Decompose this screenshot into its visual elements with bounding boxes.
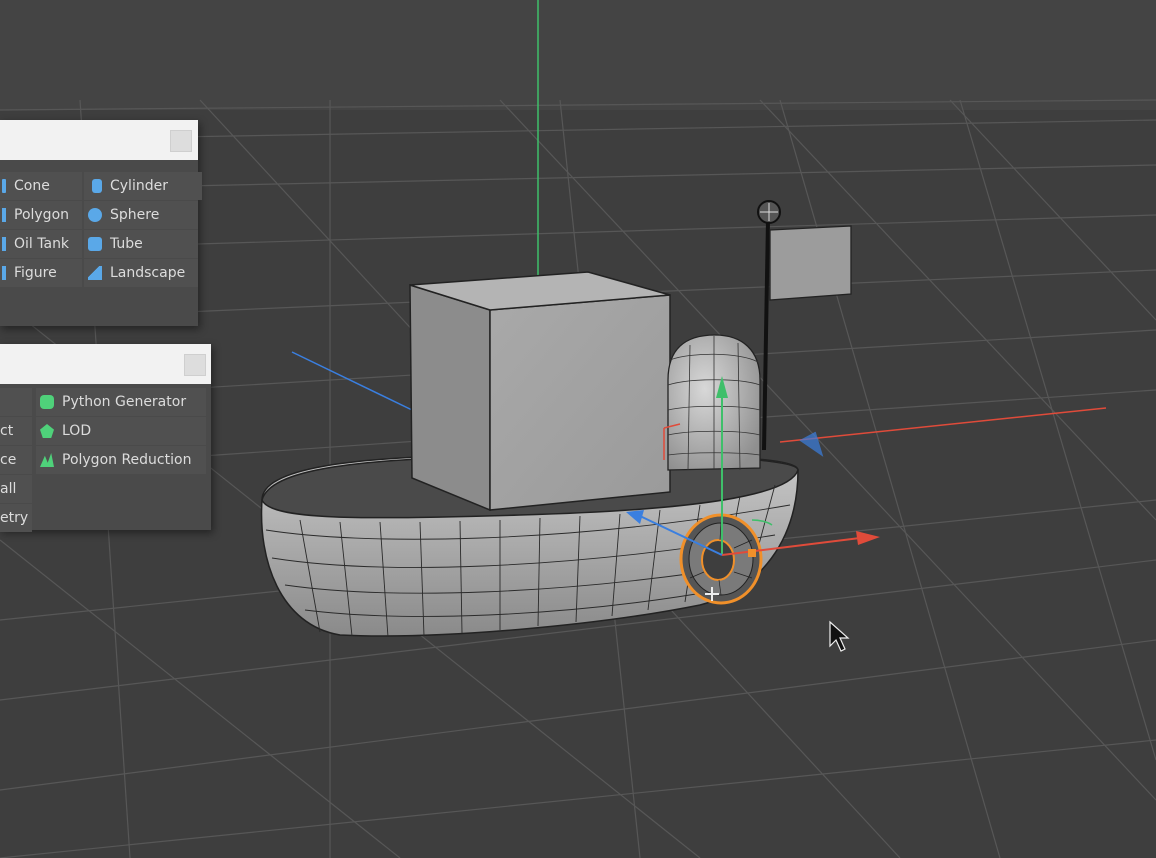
dome[interactable] <box>667 334 761 471</box>
generator-item-all[interactable]: all <box>0 475 32 503</box>
polygon-reduction-icon <box>40 453 54 467</box>
cylinder-icon <box>92 179 102 193</box>
primitive-panel-header[interactable] <box>0 120 198 160</box>
generator-item-polygon-reduction[interactable]: Polygon Reduction <box>36 446 206 474</box>
generator-item-left-0[interactable] <box>0 388 32 416</box>
generator-panel-close-button[interactable] <box>184 354 206 376</box>
generator-item-lod[interactable]: LOD <box>36 417 206 445</box>
primitive-panel: Cone Cylinder Polygon Sphere Oil Tank Tu… <box>0 120 202 326</box>
generator-panel: Python Generator ct LOD ce Polygon Reduc… <box>0 344 211 532</box>
primitive-item-tube[interactable]: Tube <box>84 230 198 258</box>
tube-icon <box>88 237 102 251</box>
landscape-icon <box>88 266 102 280</box>
figure-icon <box>2 266 6 280</box>
primitive-panel-close-button[interactable] <box>170 130 192 152</box>
generator-panel-header[interactable] <box>0 344 211 384</box>
primitive-item-polygon[interactable]: Polygon <box>0 201 82 229</box>
generator-item-ce[interactable]: ce <box>0 446 32 474</box>
generator-item-ct[interactable]: ct <box>0 417 32 445</box>
sphere-icon <box>88 208 102 222</box>
cone-icon <box>2 179 6 193</box>
lod-icon <box>40 424 54 438</box>
oil-tank-icon <box>2 237 6 251</box>
primitive-item-cone[interactable]: Cone <box>0 172 82 200</box>
cube-cabin[interactable] <box>409 271 671 512</box>
polygon-icon <box>2 208 6 222</box>
primitive-item-oil-tank[interactable]: Oil Tank <box>0 230 82 258</box>
primitive-item-landscape[interactable]: Landscape <box>84 259 198 287</box>
generator-item-python-generator[interactable]: Python Generator <box>36 388 206 416</box>
generator-item-etry[interactable]: etry <box>0 504 32 532</box>
primitive-item-figure[interactable]: Figure <box>0 259 82 287</box>
python-icon <box>40 395 54 409</box>
primitive-item-cylinder[interactable]: Cylinder <box>84 172 202 200</box>
primitive-item-sphere[interactable]: Sphere <box>84 201 198 229</box>
